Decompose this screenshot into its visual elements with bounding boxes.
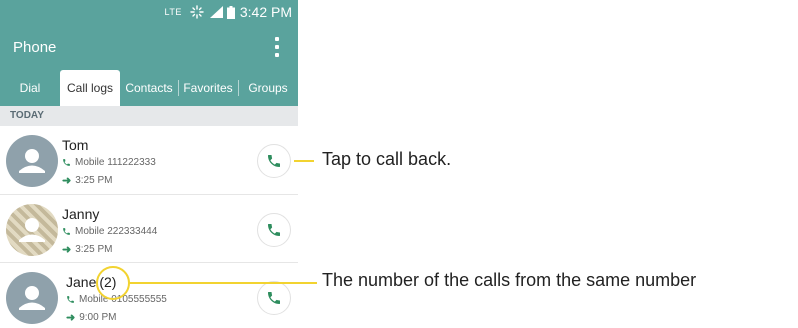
contact-photo-icon — [6, 204, 58, 256]
callout-call-count: The number of the calls from the same nu… — [322, 270, 697, 290]
divider — [0, 262, 298, 263]
contact-name-text: Jane — [66, 274, 97, 290]
phone-screen: LTE 3:42 PM Phone Dial Call logs Contact… — [0, 0, 298, 328]
call-detail-text: Mobile 222333444 — [75, 226, 158, 237]
call-log-item[interactable]: Jane (2) Mobile 0105555555 ➜ 9:00 PM — [0, 264, 298, 328]
signal-icon — [209, 6, 223, 18]
contact-name: Tom — [62, 137, 89, 153]
battery-icon — [226, 5, 235, 19]
status-time: 3:42 PM — [239, 4, 292, 20]
tab-dial[interactable]: Dial — [0, 70, 60, 106]
call-time-text: 3:25 PM — [75, 175, 113, 186]
call-log-item[interactable]: Janny Mobile 222333444 ➜ 3:25 PM — [0, 196, 298, 264]
call-time: ➜ 9:00 PM — [66, 311, 116, 324]
call-log-item[interactable]: Tom Mobile 111222333 ➜ 3:25 PM — [0, 127, 298, 195]
phone-handset-icon — [67, 296, 74, 303]
outgoing-arrow-icon: ➜ — [62, 244, 72, 256]
call-time-text: 3:25 PM — [75, 244, 113, 255]
app-title: Phone — [13, 38, 57, 56]
section-header-today: TODAY — [0, 106, 298, 126]
call-detail-text: Mobile 111222333 — [75, 157, 156, 168]
contact-avatar-icon — [6, 272, 58, 324]
sync-icon — [190, 5, 204, 19]
phone-handset-icon — [63, 228, 70, 235]
network-type: LTE — [164, 7, 182, 17]
tab-contacts[interactable]: Contacts — [120, 70, 178, 106]
tab-groups[interactable]: Groups — [238, 70, 298, 106]
status-bar: LTE 3:42 PM — [0, 0, 298, 24]
call-back-button[interactable] — [257, 213, 291, 247]
call-back-button[interactable] — [257, 144, 291, 178]
divider — [0, 194, 298, 195]
call-back-button[interactable] — [257, 281, 291, 315]
call-time-text: 9:00 PM — [79, 312, 117, 323]
call-detail: Mobile 111222333 — [62, 157, 156, 168]
contact-name: Janny — [62, 206, 100, 222]
callout-line-call-count — [129, 282, 317, 284]
contact-avatar-icon — [6, 135, 58, 187]
app-bar: Phone — [0, 24, 298, 70]
tab-favorites[interactable]: Favorites — [178, 70, 238, 106]
tab-call-logs[interactable]: Call logs — [60, 70, 120, 106]
callout-line-call-back — [294, 160, 314, 162]
phone-handset-icon — [268, 224, 280, 236]
call-time: ➜ 3:25 PM — [62, 174, 112, 187]
phone-handset-icon — [268, 292, 280, 304]
tab-bar: Dial Call logs Contacts Favorites Groups — [0, 70, 298, 106]
outgoing-arrow-icon: ➜ — [66, 312, 76, 324]
more-options-icon[interactable] — [273, 35, 281, 59]
phone-handset-icon — [268, 155, 280, 167]
outgoing-arrow-icon: ➜ — [62, 175, 72, 187]
call-count-highlight — [96, 266, 130, 300]
phone-handset-icon — [63, 159, 70, 166]
callout-call-back: Tap to call back. — [322, 149, 452, 169]
call-detail: Mobile 222333444 — [62, 226, 157, 237]
call-time: ➜ 3:25 PM — [62, 243, 112, 256]
